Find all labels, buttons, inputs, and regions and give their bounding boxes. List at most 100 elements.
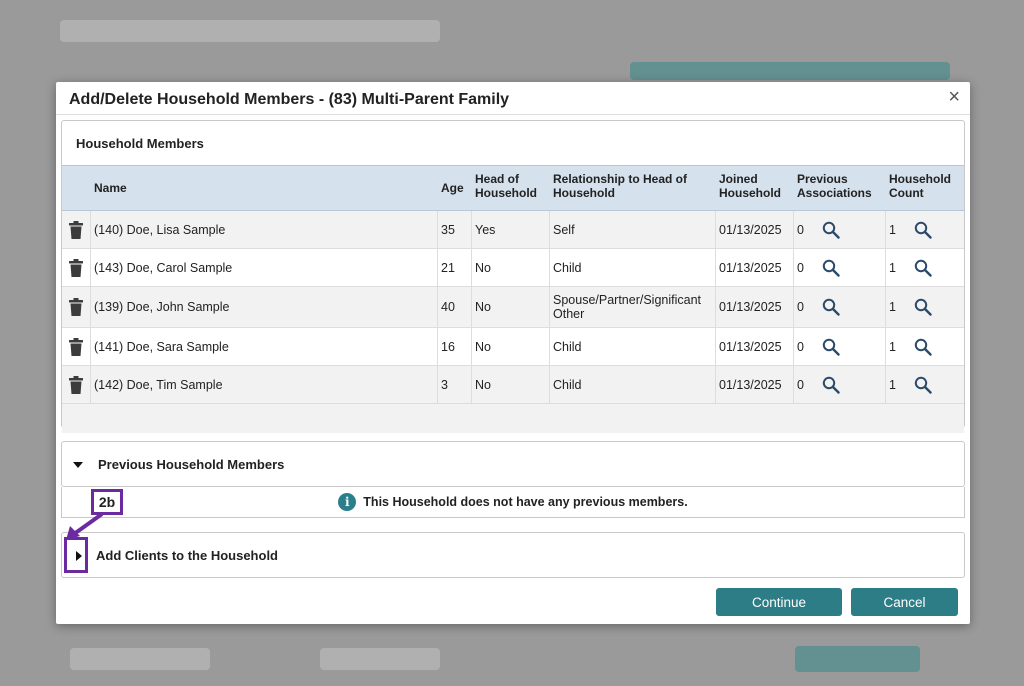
previous-associations-count: 0 xyxy=(797,300,804,314)
delete-cell xyxy=(62,328,91,365)
member-relationship: Child xyxy=(550,249,716,286)
header-household-count[interactable]: Household Count xyxy=(886,166,964,210)
member-joined: 01/13/2025 xyxy=(716,249,794,286)
previous-members-toggle[interactable]: Previous Household Members xyxy=(72,457,284,472)
background-bar xyxy=(60,20,440,42)
member-head-of-household: No xyxy=(472,328,550,365)
table-row: (139) Doe, John Sample 40 No Spouse/Part… xyxy=(62,287,964,328)
member-household-count: 1 xyxy=(886,328,964,365)
background-button xyxy=(795,646,920,672)
member-head-of-household: No xyxy=(472,287,550,327)
household-count-value: 1 xyxy=(889,377,896,392)
member-age: 35 xyxy=(438,211,472,248)
search-icon[interactable] xyxy=(914,338,932,356)
member-previous-associations: 0 xyxy=(794,211,886,248)
add-clients-panel: Add Clients to the Household xyxy=(61,532,965,578)
member-relationship: Self xyxy=(550,211,716,248)
title-divider xyxy=(56,114,970,115)
household-count-value: 1 xyxy=(889,339,896,354)
member-age: 16 xyxy=(438,328,472,365)
table-body: (140) Doe, Lisa Sample 35 Yes Self 01/13… xyxy=(62,211,964,433)
header-delete xyxy=(62,166,91,210)
household-members-heading: Household Members xyxy=(76,136,204,151)
search-icon[interactable] xyxy=(914,221,932,239)
delete-cell xyxy=(62,249,91,286)
header-previous-associations[interactable]: Previous Associations xyxy=(794,166,886,210)
caret-down-icon xyxy=(73,461,83,468)
table-row: (143) Doe, Carol Sample 21 No Child 01/1… xyxy=(62,249,964,287)
member-household-count: 1 xyxy=(886,249,964,286)
trash-icon[interactable] xyxy=(69,337,83,356)
trash-icon[interactable] xyxy=(69,298,83,316)
member-previous-associations: 0 xyxy=(794,366,886,403)
search-icon[interactable] xyxy=(914,298,932,316)
household-count-value: 1 xyxy=(889,300,896,314)
search-icon[interactable] xyxy=(822,338,840,356)
previous-members-panel: Previous Household Members xyxy=(61,441,965,487)
add-clients-toggle[interactable]: Add Clients to the Household xyxy=(74,548,278,563)
trash-icon[interactable] xyxy=(69,258,83,277)
table-row: (141) Doe, Sara Sample 16 No Child 01/13… xyxy=(62,328,964,366)
previous-members-message-text: This Household does not have any previou… xyxy=(363,495,688,509)
member-name: (141) Doe, Sara Sample xyxy=(91,328,438,365)
cancel-button[interactable]: Cancel xyxy=(851,588,958,616)
add-clients-heading: Add Clients to the Household xyxy=(96,548,278,563)
search-icon[interactable] xyxy=(822,298,840,316)
member-joined: 01/13/2025 xyxy=(716,366,794,403)
search-icon[interactable] xyxy=(822,259,840,277)
annotation-highlight xyxy=(64,537,88,573)
table-row: (140) Doe, Lisa Sample 35 Yes Self 01/13… xyxy=(62,211,964,249)
previous-associations-count: 0 xyxy=(797,377,804,392)
member-age: 21 xyxy=(438,249,472,286)
member-head-of-household: Yes xyxy=(472,211,550,248)
header-name[interactable]: Name xyxy=(91,166,438,210)
header-head-of-household[interactable]: Head of Household xyxy=(472,166,550,210)
header-age[interactable]: Age xyxy=(438,166,472,210)
trash-icon[interactable] xyxy=(69,220,83,239)
member-age: 40 xyxy=(438,287,472,327)
household-members-panel: Household Members Name Age Head of House… xyxy=(61,120,965,433)
member-household-count: 1 xyxy=(886,211,964,248)
trash-icon[interactable] xyxy=(69,375,83,394)
member-joined: 01/13/2025 xyxy=(716,328,794,365)
background-bar xyxy=(320,648,440,670)
delete-cell xyxy=(62,211,91,248)
search-icon[interactable] xyxy=(914,376,932,394)
search-icon[interactable] xyxy=(822,376,840,394)
member-relationship: Child xyxy=(550,328,716,365)
member-previous-associations: 0 xyxy=(794,328,886,365)
previous-members-message: i This Household does not have any previ… xyxy=(61,487,965,518)
table-row: (142) Doe, Tim Sample 3 No Child 01/13/2… xyxy=(62,366,964,404)
member-relationship: Spouse/Partner/Significant Other xyxy=(550,287,716,327)
table-header: Name Age Head of Household Relationship … xyxy=(62,165,964,211)
member-joined: 01/13/2025 xyxy=(716,211,794,248)
header-joined[interactable]: Joined Household xyxy=(716,166,794,210)
table-empty-area xyxy=(62,404,964,433)
previous-associations-count: 0 xyxy=(797,339,804,354)
member-head-of-household: No xyxy=(472,366,550,403)
member-name: (140) Doe, Lisa Sample xyxy=(91,211,438,248)
member-previous-associations: 0 xyxy=(794,287,886,327)
member-relationship: Child xyxy=(550,366,716,403)
member-previous-associations: 0 xyxy=(794,249,886,286)
member-household-count: 1 xyxy=(886,287,964,327)
close-icon[interactable]: × xyxy=(948,86,960,109)
delete-cell xyxy=(62,366,91,403)
member-head-of-household: No xyxy=(472,249,550,286)
member-household-count: 1 xyxy=(886,366,964,403)
household-members-table: Name Age Head of Household Relationship … xyxy=(62,165,964,433)
search-icon[interactable] xyxy=(914,259,932,277)
continue-button[interactable]: Continue xyxy=(716,588,842,616)
info-icon: i xyxy=(338,493,357,511)
dialog-title: Add/Delete Household Members - (83) Mult… xyxy=(69,91,510,108)
member-name: (142) Doe, Tim Sample xyxy=(91,366,438,403)
background-button xyxy=(630,62,950,80)
household-count-value: 1 xyxy=(889,222,896,237)
member-name: (143) Doe, Carol Sample xyxy=(91,249,438,286)
header-relationship[interactable]: Relationship to Head of Household xyxy=(550,166,716,210)
delete-cell xyxy=(62,287,91,327)
background-bar xyxy=(70,648,210,670)
household-count-value: 1 xyxy=(889,260,896,275)
search-icon[interactable] xyxy=(822,221,840,239)
previous-associations-count: 0 xyxy=(797,222,804,237)
